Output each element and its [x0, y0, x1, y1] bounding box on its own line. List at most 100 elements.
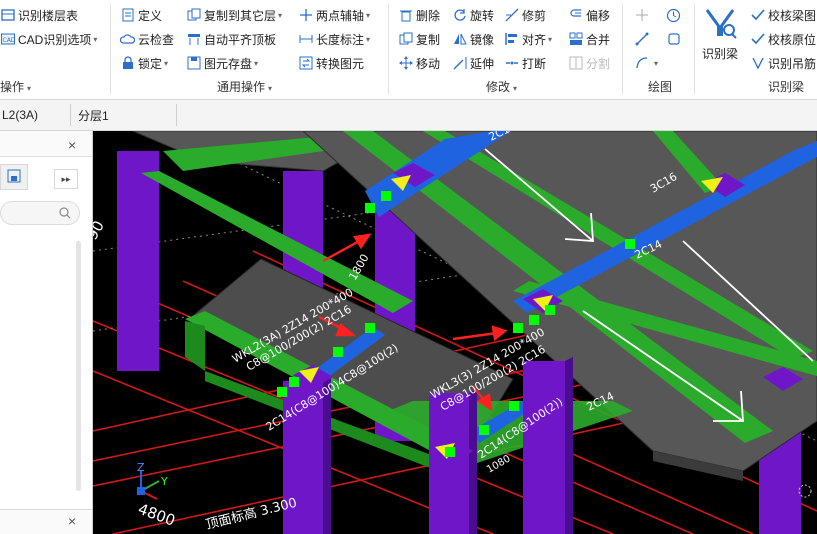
group-divider [622, 4, 623, 94]
offset-icon [568, 8, 583, 23]
draw-arc-button[interactable]: ▾ [634, 54, 658, 72]
group-divider [110, 4, 111, 94]
layer-selector[interactable]: 分层1 [78, 105, 109, 125]
model-3d-canvas[interactable]: WKL2(3A) 2Z14 200*400 C8@100/200(2) 2C16… [93, 131, 817, 534]
convert-icon [298, 56, 313, 71]
beam-green[interactable] [185, 321, 205, 371]
axis-icon [298, 8, 313, 23]
chevron-down-icon: ▾ [366, 10, 371, 20]
selector-divider [176, 104, 177, 126]
crosshair-icon [634, 8, 649, 23]
dimension-icon [298, 32, 313, 47]
offset-button[interactable]: 偏移 [568, 6, 610, 24]
panel-search-input[interactable] [0, 201, 80, 225]
column[interactable] [429, 393, 469, 534]
length-label-button[interactable]: 长度标注 ▾ [298, 30, 370, 48]
cad-options-button[interactable]: CAD CAD识别选项 ▾ [0, 30, 97, 48]
chevron-down-icon: ▾ [164, 58, 169, 68]
copy-to-other-floor-button[interactable]: 复制到其它层 ▾ [186, 6, 282, 24]
left-panel: × ▸▸ 1 × [0, 131, 108, 534]
lock-icon [120, 56, 135, 71]
draw-arc-point-button[interactable] [666, 6, 684, 24]
rect-icon [666, 32, 681, 47]
check-icon [750, 8, 765, 23]
floor-table-icon [0, 8, 15, 23]
chevron-down-icon: ▾ [278, 10, 283, 20]
delete-button[interactable]: 删除 [398, 6, 440, 24]
mirror-button[interactable]: 镜像 [452, 30, 494, 48]
split-icon [568, 56, 583, 71]
rotate-button[interactable]: 旋转 [452, 6, 494, 24]
copy-floor-icon [186, 8, 201, 23]
copy-icon [398, 32, 413, 47]
trim-button[interactable]: 修剪 [504, 6, 546, 24]
convert-element-button[interactable]: 转换图元 [298, 54, 364, 72]
selection-bar: L2(3A) 分层1 [0, 100, 817, 131]
identify-beam-button[interactable]: 识别梁 [702, 44, 738, 62]
move-button[interactable]: 移动 [398, 54, 440, 72]
group-label-common[interactable]: 通用操作 ▾ [217, 78, 272, 95]
group-label-identify-beam[interactable]: 识别梁 [768, 78, 804, 95]
panel-bottom-header [0, 509, 92, 534]
panel-close-button[interactable]: × [68, 137, 76, 153]
identify-floor-table-button[interactable]: 识别楼层表 [0, 6, 78, 24]
check-icon [750, 32, 765, 47]
mirror-icon [452, 32, 467, 47]
group-divider [388, 4, 389, 94]
chevron-down-icon: ▾ [93, 34, 98, 44]
copy-button[interactable]: 复制 [398, 30, 440, 48]
auto-level-slab-button[interactable]: 自动平齐顶板 [186, 30, 276, 48]
chevron-down-icon: ▾ [27, 84, 32, 93]
panel-bottom-close-button[interactable]: × [68, 513, 76, 529]
panel-scrollbar[interactable] [76, 241, 81, 491]
chevron-down-icon: ▾ [654, 58, 659, 68]
identify-beam-icon [703, 6, 737, 43]
ribbon-toolbar: 识别楼层表 CAD CAD识别选项 ▾ 操作 ▾ 定义 云检查 锁定 ▾ 复制到其它层… [0, 0, 817, 100]
group-label-modify[interactable]: 修改 ▾ [486, 78, 517, 95]
group-label-operation[interactable]: 操作 ▾ [0, 78, 31, 95]
split-button[interactable]: 分割 [568, 54, 610, 72]
chevron-down-icon: ▾ [548, 34, 553, 44]
group-label-draw[interactable]: 绘图 [648, 78, 672, 95]
break-icon [504, 56, 519, 71]
break-button[interactable]: 打断 [504, 54, 546, 72]
line-icon [634, 32, 649, 47]
extend-button[interactable]: 延伸 [452, 54, 494, 72]
draw-rect-button[interactable] [666, 30, 684, 48]
axis-label-z: Z [137, 461, 145, 474]
check-origin-button[interactable]: 校核原位 [750, 30, 816, 48]
cloud-check-button[interactable]: 云检查 [120, 30, 174, 48]
hanger-icon [750, 56, 765, 71]
column[interactable] [523, 361, 565, 534]
define-icon [120, 8, 135, 23]
rotate-icon [452, 8, 467, 23]
chevron-down-icon: ▾ [268, 84, 273, 93]
axis-label-y: Y [160, 475, 168, 488]
two-point-axis-button[interactable]: 两点辅轴 ▾ [298, 6, 370, 24]
draw-line-button[interactable] [634, 30, 652, 48]
extend-icon [452, 56, 467, 71]
check-beam-drawing-button[interactable]: 校核梁图 [750, 6, 816, 24]
merge-button[interactable]: 合并 [568, 30, 610, 48]
identify-hanger-button[interactable]: 识别吊筋 [750, 54, 816, 72]
dimension-label-90: 90 [93, 217, 108, 243]
align-icon [504, 32, 519, 47]
align-button[interactable]: 对齐 ▾ [504, 30, 552, 48]
panel-tool-button[interactable] [0, 164, 28, 190]
group-divider [694, 4, 695, 94]
element-selector[interactable]: L2(3A) [2, 105, 38, 125]
save-element-button[interactable]: 图元存盘 ▾ [186, 54, 258, 72]
draw-point-button[interactable] [634, 6, 652, 24]
column[interactable] [117, 151, 159, 371]
panel-expand-button[interactable]: ▸▸ [54, 169, 78, 189]
chevron-down-icon: ▾ [254, 58, 259, 68]
define-button[interactable]: 定义 [120, 6, 162, 24]
identify-beam-large-icon-button[interactable] [702, 4, 738, 44]
column-side [323, 377, 331, 534]
save-icon [186, 56, 201, 71]
save-icon [7, 169, 21, 186]
panel-header [0, 131, 92, 157]
axis-gizmo: Z Y [137, 461, 168, 500]
scene-svg[interactable]: WKL2(3A) 2Z14 200*400 C8@100/200(2) 2C16… [93, 131, 817, 534]
lock-button[interactable]: 锁定 ▾ [120, 54, 168, 72]
